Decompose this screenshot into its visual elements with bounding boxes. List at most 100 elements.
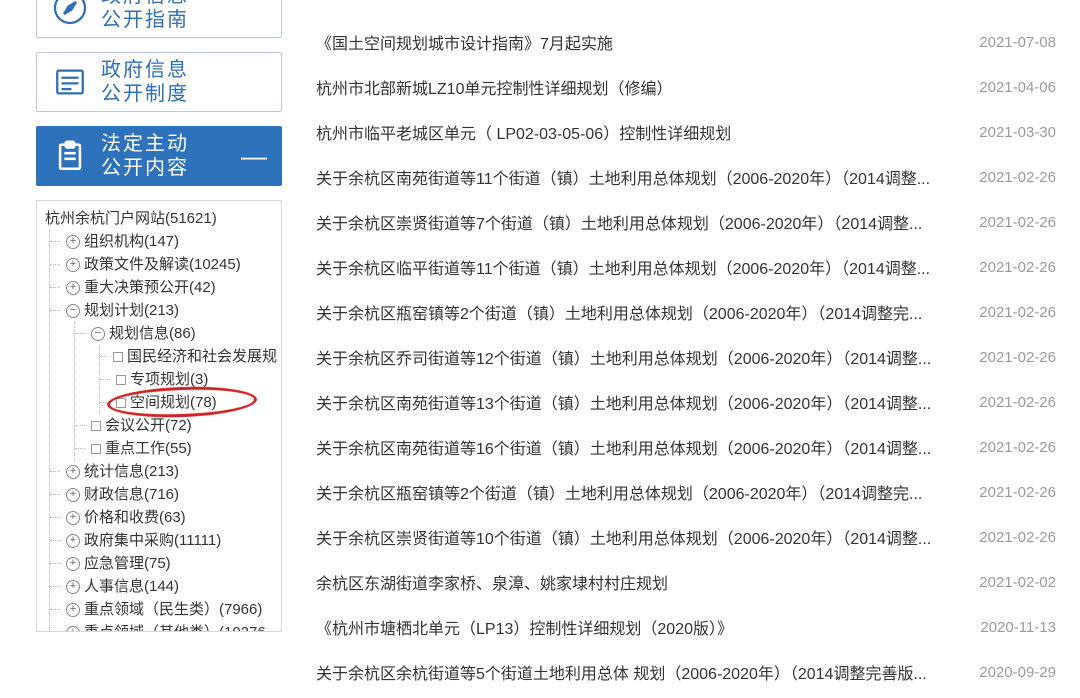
leaf-icon <box>116 398 126 408</box>
tree-node[interactable]: + 重点领域（民生类）(7966) <box>58 598 277 621</box>
article-title: 关于余杭区南苑街道等13个街道（镇）土地利用总体规划（2006-2020年）（2… <box>316 390 931 414</box>
article-title: 关于余杭区南苑街道等16个街道（镇）土地利用总体规划（2006-2020年）（2… <box>316 435 931 459</box>
article-title: 关于余杭区乔司街道等12个街道（镇）土地利用总体规划（2006-2020年）（2… <box>316 345 931 369</box>
tree-label: 重点领域（民生类）(7966) <box>84 599 262 620</box>
tree-node[interactable]: + 重点领域（其他类）(19276 <box>58 621 277 631</box>
article-date: 2021-02-26 <box>959 484 1056 501</box>
article-title: 关于余杭区瓶窑镇等2个街道（镇）土地利用总体规划（2006-2020年）（201… <box>316 480 922 504</box>
expand-icon[interactable]: + <box>66 235 80 249</box>
tree-node[interactable]: + 组织机构(147) <box>58 230 277 253</box>
tree-scroll[interactable]: 杭州余杭门户网站(51621) + 组织机构(147)+政策文件及解读(10245)… <box>37 201 281 631</box>
article-row[interactable]: 关于余杭区余杭街道等5个街道土地利用总体 规划（2006-2020年）（2014… <box>316 650 1056 695</box>
article-row[interactable]: 关于余杭区崇贤街道等10个街道（镇）土地利用总体规划（2006-2020年）（2… <box>316 515 1056 560</box>
collapse-icon[interactable]: − <box>66 304 80 318</box>
article-row[interactable]: 关于余杭区临平街道等11个街道（镇）土地利用总体规划（2006-2020年）（2… <box>316 245 1056 290</box>
tree-panel: 杭州余杭门户网站(51621) + 组织机构(147)+政策文件及解读(10245)… <box>36 200 282 632</box>
article-row[interactable]: 杭州市临平老城区单元（ LP02-03-05-06）控制性详细规划 2021-03… <box>316 110 1056 155</box>
expand-icon[interactable]: + <box>66 465 80 479</box>
tree-node[interactable]: + 价格和收费(63) <box>58 506 277 529</box>
expand-icon[interactable]: + <box>66 258 80 272</box>
tree-node[interactable]: −规划信息(86) <box>83 322 277 345</box>
compass-icon <box>51 0 89 27</box>
tree-label: 重点领域（其他类）(19276 <box>84 622 266 631</box>
article-title: 余杭区东湖街道李家桥、泉漳、姚家埭村村庄规划 <box>316 570 668 594</box>
article-date: 2020-11-13 <box>960 619 1056 636</box>
tree-node[interactable]: +政府集中采购(11111) <box>58 529 277 552</box>
expand-icon[interactable]: + <box>66 603 80 617</box>
tree-node[interactable]: 专项规划(3) <box>108 368 277 391</box>
collapse-icon[interactable]: − <box>91 327 105 341</box>
tree-label: 价格和收费(63) <box>84 507 186 528</box>
article-row[interactable]: 余杭区东湖街道李家桥、泉漳、姚家埭村村庄规划2021-02-02 <box>316 560 1056 605</box>
leaf-icon <box>91 421 101 431</box>
article-title: 关于余杭区崇贤街道等7个街道（镇）土地利用总体规划（2006-2020年）（20… <box>316 210 922 234</box>
tree-label: 专项规划(3) <box>130 369 208 390</box>
card-line2: 公开内容 <box>101 156 189 180</box>
article-list: 《国土空间规划城市设计指南》7月起实施2021-07-08杭州市北部新城LZ10… <box>294 0 1080 698</box>
article-title: 关于余杭区崇贤街道等10个街道（镇）土地利用总体规划（2006-2020年）（2… <box>316 525 931 549</box>
sidebar: 政府信息 公开指南 政府信息 公开制度 法定主动 公开内容 — <box>0 0 294 698</box>
expand-icon[interactable]: + <box>66 511 80 525</box>
article-date: 2021-02-26 <box>959 304 1056 321</box>
card-line1: 政府信息 <box>101 0 189 8</box>
article-date: 2021-02-26 <box>959 259 1056 276</box>
article-date: 2021-02-26 <box>959 439 1056 456</box>
article-date: 2021-02-26 <box>959 529 1056 546</box>
clipboard-icon <box>51 137 89 175</box>
tree-label: 统计信息(213) <box>84 461 179 482</box>
tree-node[interactable]: 重点工作(55) <box>83 437 277 460</box>
article-row[interactable]: 关于余杭区南苑街道等16个街道（镇）土地利用总体规划（2006-2020年）（2… <box>316 425 1056 470</box>
article-row[interactable]: 关于余杭区瓶窑镇等2个街道（镇）土地利用总体规划（2006-2020年）（201… <box>316 470 1056 515</box>
article-row[interactable]: 《杭州市塘栖北单元（LP13）控制性详细规划（2020版）》2020-11-13 <box>316 605 1056 650</box>
leaf-icon <box>91 444 101 454</box>
tree-label: 重点工作(55) <box>105 438 192 459</box>
expand-icon[interactable]: + <box>66 534 80 548</box>
article-title: 杭州市临平老城区单元（ LP02-03-05-06）控制性详细规划 <box>316 120 731 144</box>
article-date: 2021-02-26 <box>959 169 1056 186</box>
tree-label: 人事信息(144) <box>84 576 179 597</box>
article-row[interactable]: 关于余杭区南苑街道等11个街道（镇）土地利用总体规划（2006-2020年）（2… <box>316 155 1056 200</box>
tree-node[interactable]: + 财政信息(716) <box>58 483 277 506</box>
document-list-icon <box>51 63 89 101</box>
tree-label: 规划信息(86) <box>109 323 196 344</box>
leaf-icon <box>113 352 123 362</box>
tree-node[interactable]: 会议公开(72) <box>83 414 277 437</box>
article-title: 《国土空间规划城市设计指南》7月起实施 <box>316 30 613 54</box>
article-row[interactable]: 关于余杭区乔司街道等12个街道（镇）土地利用总体规划（2006-2020年）（2… <box>316 335 1056 380</box>
tree-node[interactable]: + 统计信息(213) <box>58 460 277 483</box>
article-date: 2021-03-30 <box>959 124 1056 141</box>
card-legal-active[interactable]: 法定主动 公开内容 — <box>36 126 282 186</box>
tree-label: 财政信息(716) <box>84 484 179 505</box>
tree-node[interactable]: +重大决策预公开(42) <box>58 276 277 299</box>
expand-icon[interactable]: + <box>66 281 80 295</box>
article-row[interactable]: 关于余杭区瓶窑镇等2个街道（镇）土地利用总体规划（2006-2020年）（201… <box>316 290 1056 335</box>
card-line1: 法定主动 <box>101 132 189 156</box>
tree-label: 组织机构(147) <box>84 231 179 252</box>
article-date: 2021-02-26 <box>959 214 1056 231</box>
tree-label: 国民经济和社会发展规 <box>127 346 277 367</box>
article-date: 2021-02-26 <box>959 394 1056 411</box>
expand-icon[interactable]: + <box>66 488 80 502</box>
article-row[interactable]: 杭州市北部新城LZ10单元控制性详细规划（修编）2021-04-06 <box>316 65 1056 110</box>
collapse-icon[interactable]: — <box>241 143 267 169</box>
tree-node[interactable]: + 人事信息(144) <box>58 575 277 598</box>
expand-icon[interactable]: + <box>66 580 80 594</box>
tree-node[interactable]: 空间规划(78) <box>108 391 277 414</box>
card-info-system[interactable]: 政府信息 公开制度 <box>36 52 282 112</box>
tree-node[interactable]: +政策文件及解读(10245) <box>58 253 277 276</box>
article-date: 2020-09-29 <box>959 664 1056 681</box>
tree-node[interactable]: 国民经济和社会发展规 <box>108 345 277 368</box>
leaf-icon <box>116 375 126 385</box>
tree-node[interactable]: −规划计划(213) <box>58 299 277 322</box>
card-info-guide[interactable]: 政府信息 公开指南 <box>36 0 282 38</box>
tree-label: 空间规划(78) <box>130 392 217 413</box>
tree-node[interactable]: +应急管理(75) <box>58 552 277 575</box>
article-row[interactable]: 关于余杭区南苑街道等13个街道（镇）土地利用总体规划（2006-2020年）（2… <box>316 380 1056 425</box>
article-row[interactable]: 《国土空间规划城市设计指南》7月起实施2021-07-08 <box>316 20 1056 65</box>
expand-icon[interactable]: + <box>66 557 80 571</box>
article-row[interactable]: 关于余杭区崇贤街道等7个街道（镇）土地利用总体规划（2006-2020年）（20… <box>316 200 1056 245</box>
card-line1: 政府信息 <box>101 58 189 82</box>
tree-label: 规划计划(213) <box>84 300 179 321</box>
expand-icon[interactable]: + <box>66 626 80 632</box>
tree-root-node[interactable]: 杭州余杭门户网站(51621) <box>43 207 277 230</box>
